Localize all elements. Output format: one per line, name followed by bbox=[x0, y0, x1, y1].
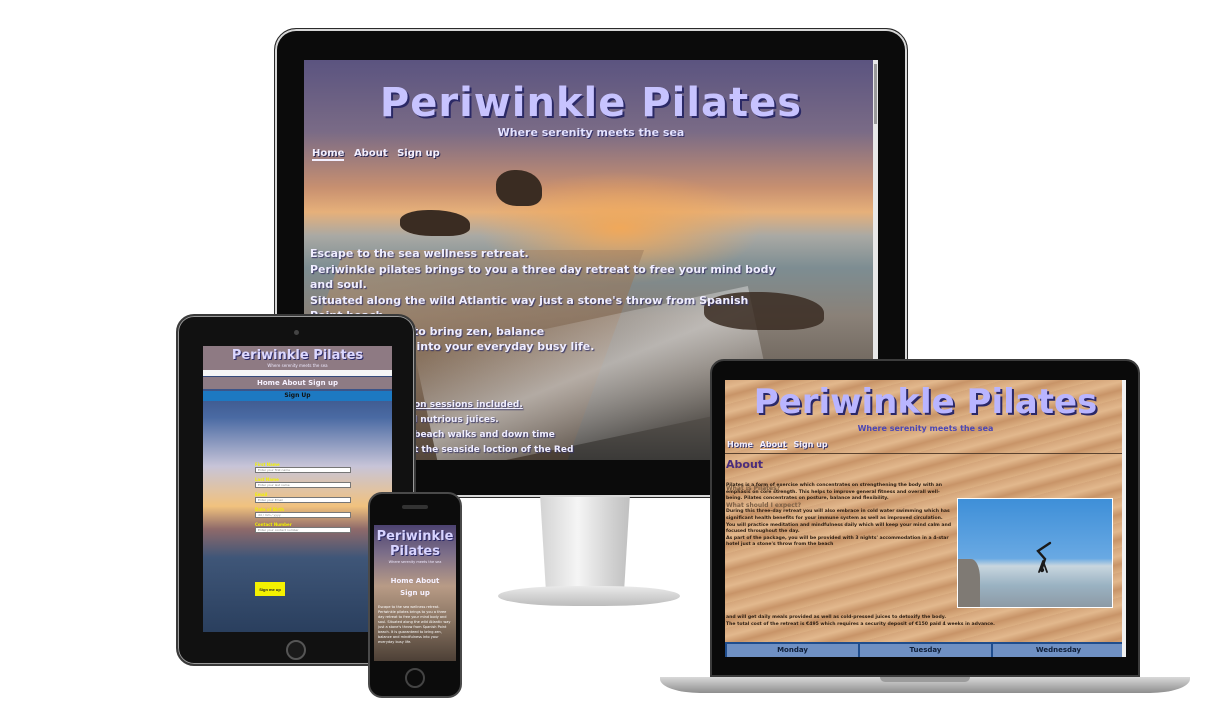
about-paragraph: The total cost of the retreat is €495 wh… bbox=[726, 621, 995, 627]
package-list: on sessions included. l nutrious juices.… bbox=[414, 398, 614, 458]
tablet-home-button bbox=[286, 640, 306, 660]
first-name-input[interactable]: Enter your first name bbox=[255, 467, 351, 473]
tablet-divider bbox=[203, 370, 392, 376]
pilates-figure-icon bbox=[1036, 541, 1052, 573]
phone-nav-row[interactable]: Home About bbox=[374, 575, 456, 587]
site-subtitle: Where serenity meets the sea bbox=[497, 126, 685, 139]
last-name-input[interactable]: Enter your last name bbox=[255, 482, 351, 488]
list-item: on sessions included. bbox=[414, 400, 523, 410]
nav-home-link[interactable]: Home bbox=[727, 440, 753, 449]
laptop-site-title: Periwinkle Pilates bbox=[753, 382, 1098, 422]
table-header-cell: Wednesday bbox=[993, 644, 1124, 657]
site-title: Periwinkle Pilates bbox=[379, 80, 803, 126]
phone-nav-row[interactable]: Sign up bbox=[374, 587, 456, 599]
shore-rock bbox=[400, 210, 470, 236]
tablet-site-subtitle: Where serenity meets the sea bbox=[267, 363, 328, 368]
phone-nav: Home About Sign up bbox=[374, 575, 456, 599]
laptop-scrollbar[interactable] bbox=[1122, 380, 1126, 657]
signup-form: First Name Enter your first name Last Na… bbox=[255, 458, 355, 533]
tablet-site-title: Periwinkle Pilates bbox=[231, 348, 364, 363]
phone-site-subtitle: Where serenity meets the sea bbox=[388, 560, 442, 564]
nav-signup-link[interactable]: Sign up bbox=[397, 148, 440, 159]
phone-home-button bbox=[405, 668, 425, 688]
about-heading: About bbox=[726, 458, 764, 471]
monitor-stand bbox=[540, 497, 630, 589]
about-paragraph: and will get daily meals provided as wel… bbox=[726, 615, 947, 620]
tablet-nav[interactable]: Home About Sign up bbox=[203, 377, 392, 389]
list-item: t the seaside loction of the Red bbox=[414, 445, 574, 455]
list-item: l nutrious juices. bbox=[414, 415, 499, 425]
about-text: Pilates is a form of exercise which conc… bbox=[726, 483, 954, 549]
phone-site-title: Periwinkle Pilates bbox=[374, 529, 456, 559]
laptop-notch bbox=[880, 677, 970, 682]
contact-input[interactable]: Enter your contact number bbox=[255, 527, 351, 533]
schedule-table-header: Monday Tuesday Wednesday bbox=[725, 642, 1126, 657]
nav-home-link[interactable]: Home bbox=[312, 148, 345, 161]
divider bbox=[725, 453, 1126, 454]
laptop-site-subtitle: Where serenity meets the sea bbox=[857, 424, 994, 433]
signup-heading: Sign Up bbox=[203, 391, 392, 401]
tablet-screen: Periwinkle Pilates Where serenity meets … bbox=[203, 346, 392, 632]
list-item: beach walks and down time bbox=[414, 430, 555, 440]
nav-about-link[interactable]: About bbox=[759, 440, 787, 450]
about-paragraph: As part of the package, you will be prov… bbox=[726, 535, 949, 548]
photo-rock bbox=[958, 559, 980, 607]
laptop-nav: Home About Sign up bbox=[727, 440, 832, 450]
pilates-photo bbox=[957, 498, 1113, 608]
dob-input[interactable]: dd / mm / yyyy bbox=[255, 512, 351, 518]
tablet-camera bbox=[294, 330, 299, 335]
phone-screen: Periwinkle Pilates Where serenity meets … bbox=[374, 525, 456, 661]
table-header-cell: Tuesday bbox=[860, 644, 991, 657]
phone-speaker bbox=[402, 505, 428, 509]
intro-line: Escape to the sea wellness retreat. bbox=[310, 247, 529, 260]
phone-title-line: Periwinkle bbox=[376, 529, 454, 544]
table-header-cell: Monday bbox=[727, 644, 858, 657]
phone-intro-text: Escape to the sea wellness retreat. Peri… bbox=[378, 605, 451, 644]
signup-submit-button[interactable]: Sign me up bbox=[255, 582, 285, 596]
about-paragraph: Pilates is a form of exercise which conc… bbox=[726, 483, 943, 502]
main-nav: Home About Sign up bbox=[312, 148, 446, 161]
about-paragraph: You will practice meditation and mindful… bbox=[726, 522, 952, 535]
sea-rock bbox=[496, 170, 542, 206]
phone-title-line: Pilates bbox=[390, 544, 440, 559]
nav-about-link[interactable]: About bbox=[354, 148, 388, 159]
nav-signup-link[interactable]: Sign up bbox=[793, 440, 827, 449]
monitor-stand-base bbox=[498, 586, 680, 606]
about-text-continued: and will get daily meals provided as wel… bbox=[726, 615, 1026, 628]
laptop-screen: Periwinkle Pilates Where serenity meets … bbox=[725, 380, 1126, 657]
intro-line: Periwinkle pilates brings to you a three… bbox=[310, 262, 776, 292]
email-input[interactable]: Enter your Email bbox=[255, 497, 351, 503]
about-paragraph: During this three-day retreat you will a… bbox=[726, 509, 950, 521]
